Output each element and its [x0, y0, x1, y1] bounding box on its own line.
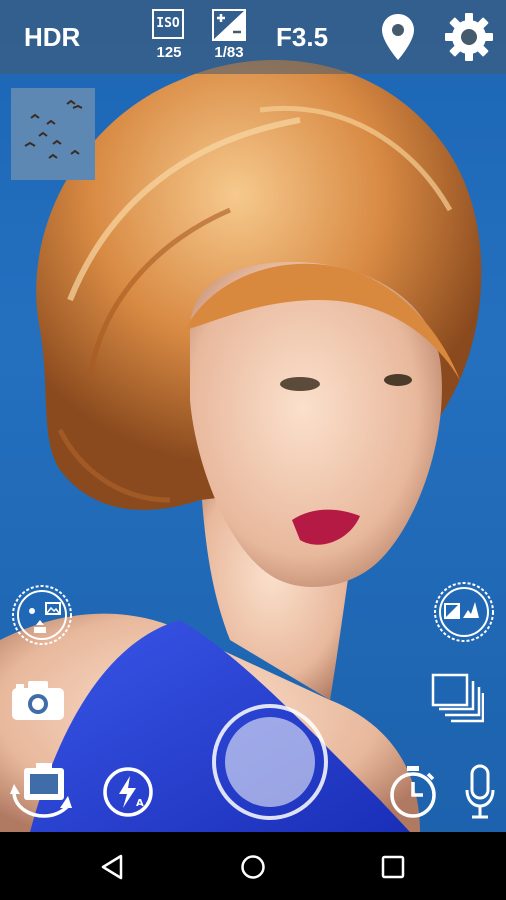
- switch-camera-icon[interactable]: [10, 760, 78, 820]
- iso-button[interactable]: ISO: [152, 9, 184, 39]
- exposure-histogram-dial-icon[interactable]: [432, 580, 496, 644]
- hdr-toggle[interactable]: HDR: [24, 22, 80, 53]
- scene-modes-dial-icon[interactable]: [10, 583, 74, 647]
- timer-icon[interactable]: [388, 764, 438, 820]
- exposure-compensation-icon[interactable]: [212, 9, 246, 41]
- system-navigation-bar: [0, 832, 506, 900]
- aperture-button[interactable]: F3.5: [276, 22, 328, 53]
- recents-square-icon[interactable]: [381, 855, 405, 879]
- stacked-frames-icon[interactable]: [430, 672, 484, 724]
- iso-value: 125: [156, 44, 182, 61]
- camera-icon[interactable]: [10, 678, 66, 722]
- location-pin-icon[interactable]: [380, 12, 416, 62]
- camera-viewfinder[interactable]: HDR ISO 125 1/83 F3.5 A: [0, 0, 506, 832]
- home-circle-icon[interactable]: [240, 854, 266, 880]
- gear-icon[interactable]: [444, 12, 494, 62]
- birds-thumbnail-image: [24, 99, 83, 159]
- last-photo-thumbnail[interactable]: [11, 88, 95, 180]
- shutter-inner: [225, 717, 315, 807]
- top-toolbar: HDR ISO 125 1/83 F3.5: [0, 0, 506, 74]
- flash-auto-icon[interactable]: A: [102, 766, 154, 818]
- exposure-value: 1/83: [214, 44, 244, 61]
- back-triangle-icon[interactable]: [100, 854, 124, 880]
- shutter-button[interactable]: [212, 704, 328, 820]
- svg-text:A: A: [136, 798, 144, 809]
- microphone-icon[interactable]: [464, 764, 496, 820]
